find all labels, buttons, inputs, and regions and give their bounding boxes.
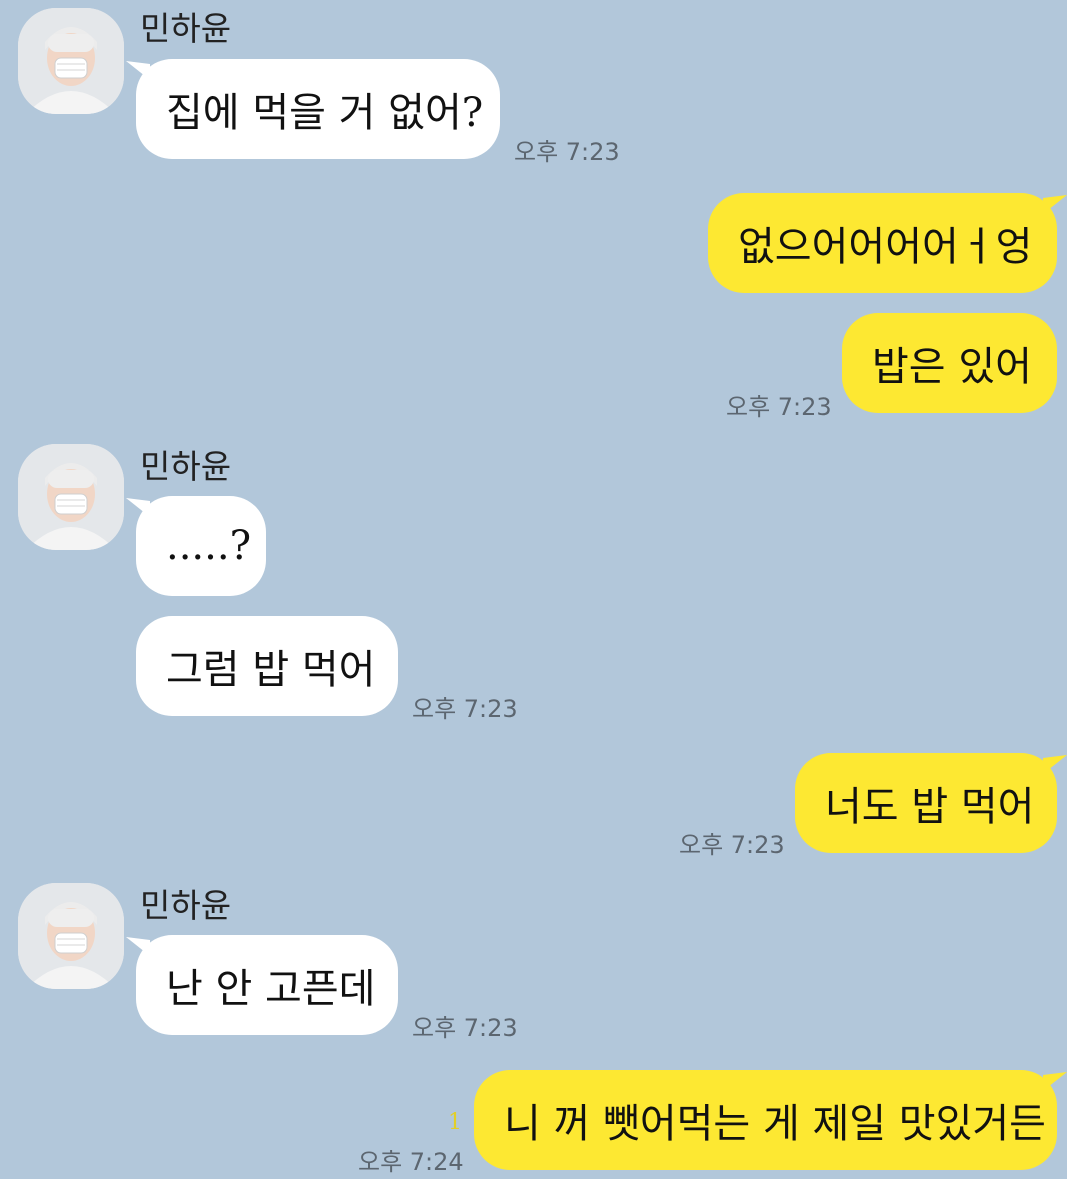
message-bubble-outgoing[interactable]: 없으어어어어ㅓ엉 xyxy=(708,193,1057,293)
message-bubble-incoming[interactable]: 난 안 고픈데 xyxy=(136,935,398,1035)
message-time: 오후 7:23 xyxy=(679,831,785,859)
avatar[interactable] xyxy=(18,444,124,550)
profile-photo-icon xyxy=(18,883,124,989)
message-bubble-outgoing[interactable]: 밥은 있어 xyxy=(842,313,1057,413)
message-bubble-incoming[interactable]: .....? xyxy=(136,496,266,596)
message-time: 오후 7:23 xyxy=(412,1014,518,1042)
unread-count-badge: 1 xyxy=(448,1110,462,1135)
message-bubble-incoming[interactable]: 그럼 밥 먹어 xyxy=(136,616,398,716)
message-bubble-outgoing[interactable]: 니 꺼 뺏어먹는 게 제일 맛있거든 xyxy=(474,1070,1057,1170)
message-time: 오후 7:23 xyxy=(412,695,518,723)
sender-name: 민하윤 xyxy=(140,886,232,925)
sender-name: 민하윤 xyxy=(140,9,232,48)
avatar[interactable] xyxy=(18,883,124,989)
message-time: 오후 7:23 xyxy=(514,138,620,166)
message-bubble-incoming[interactable]: 집에 먹을 거 없어? xyxy=(136,59,500,159)
avatar[interactable] xyxy=(18,8,124,114)
profile-photo-icon xyxy=(18,8,124,114)
message-bubble-outgoing[interactable]: 너도 밥 먹어 xyxy=(795,753,1057,853)
message-time: 오후 7:23 xyxy=(726,393,832,421)
message-time: 오후 7:24 xyxy=(358,1148,464,1176)
profile-photo-icon xyxy=(18,444,124,550)
sender-name: 민하윤 xyxy=(140,447,232,486)
